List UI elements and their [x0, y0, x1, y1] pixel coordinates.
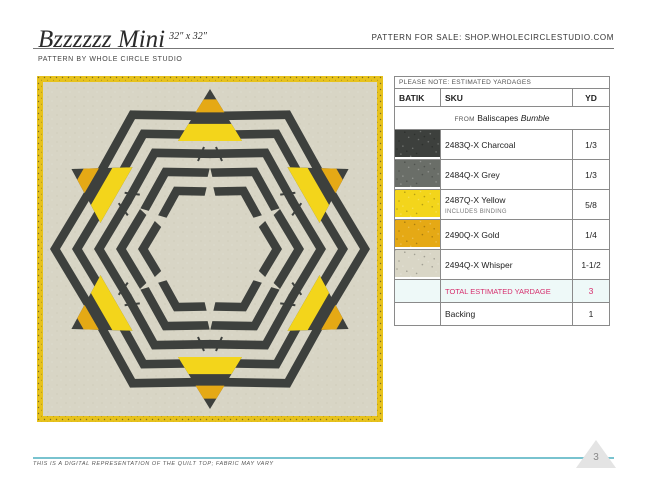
binding-note: INCLUDES BINDING — [445, 208, 507, 215]
backing-value: 1 — [572, 302, 610, 326]
col-sku: SKU — [440, 88, 573, 107]
total-row: TOTAL ESTIMATED YARDAGE 3 — [394, 279, 610, 303]
fabric-swatch — [394, 189, 441, 220]
quilt-illustration — [37, 76, 383, 422]
backing-label: Backing — [440, 302, 573, 326]
fabric-swatch — [394, 219, 441, 250]
fabric-yardage: 1/3 — [572, 159, 610, 190]
fabric-row: 2487Q-X Yellow INCLUDES BINDING 5/8 — [394, 189, 610, 220]
fabric-sku: 2484Q-X Grey — [440, 159, 573, 190]
byline: PATTERN BY WHOLE CIRCLE STUDIO — [38, 56, 183, 63]
fabric-swatch — [394, 159, 441, 190]
fabric-row: 2483Q-X Charcoal 1/3 — [394, 129, 610, 160]
fabric-yardage: 1/4 — [572, 219, 610, 250]
yardage-table: PLEASE NOTE: ESTIMATED YARDAGES BATIK SK… — [394, 76, 610, 326]
fabric-sku: 2490Q-X Gold — [440, 219, 573, 250]
fabric-row: 2490Q-X Gold 1/4 — [394, 219, 610, 250]
collection-row: FROM Baliscapes Bumble — [394, 106, 610, 130]
total-label: TOTAL ESTIMATED YARDAGE — [440, 279, 573, 303]
fabric-yardage: 1/3 — [572, 129, 610, 160]
fabric-row: 2494Q-X Whisper 1-1/2 — [394, 249, 610, 280]
quilt-size: 32″ x 32″ — [169, 31, 207, 42]
header-divider — [33, 48, 614, 49]
fabric-sku: 2494Q-X Whisper — [440, 249, 573, 280]
fabric-yardage: 5/8 — [572, 189, 610, 220]
fabric-sku: 2487Q-X Yellow INCLUDES BINDING — [440, 189, 573, 220]
fabric-sku: 2483Q-X Charcoal — [440, 129, 573, 160]
estimate-note: PLEASE NOTE: ESTIMATED YARDAGES — [394, 76, 610, 89]
footer-note: THIS IS A DIGITAL REPRESENTATION OF THE … — [33, 461, 274, 467]
footer-divider — [33, 457, 614, 459]
fabric-swatch — [394, 129, 441, 160]
backing-row: Backing 1 — [394, 302, 610, 326]
col-batik: BATIK — [394, 88, 441, 107]
page-number: 3 — [593, 452, 599, 463]
col-yd: YD — [572, 88, 610, 107]
total-value: 3 — [572, 279, 610, 303]
pattern-title: Bzzzzzz Mini 32″ x 32″ — [38, 26, 207, 54]
fabric-swatch — [394, 249, 441, 280]
fabric-row: 2484Q-X Grey 1/3 — [394, 159, 610, 190]
fabric-yardage: 1-1/2 — [572, 249, 610, 280]
pattern-sale-link[interactable]: PATTERN FOR SALE: SHOP.WHOLECIRCLESTUDIO… — [372, 33, 614, 42]
